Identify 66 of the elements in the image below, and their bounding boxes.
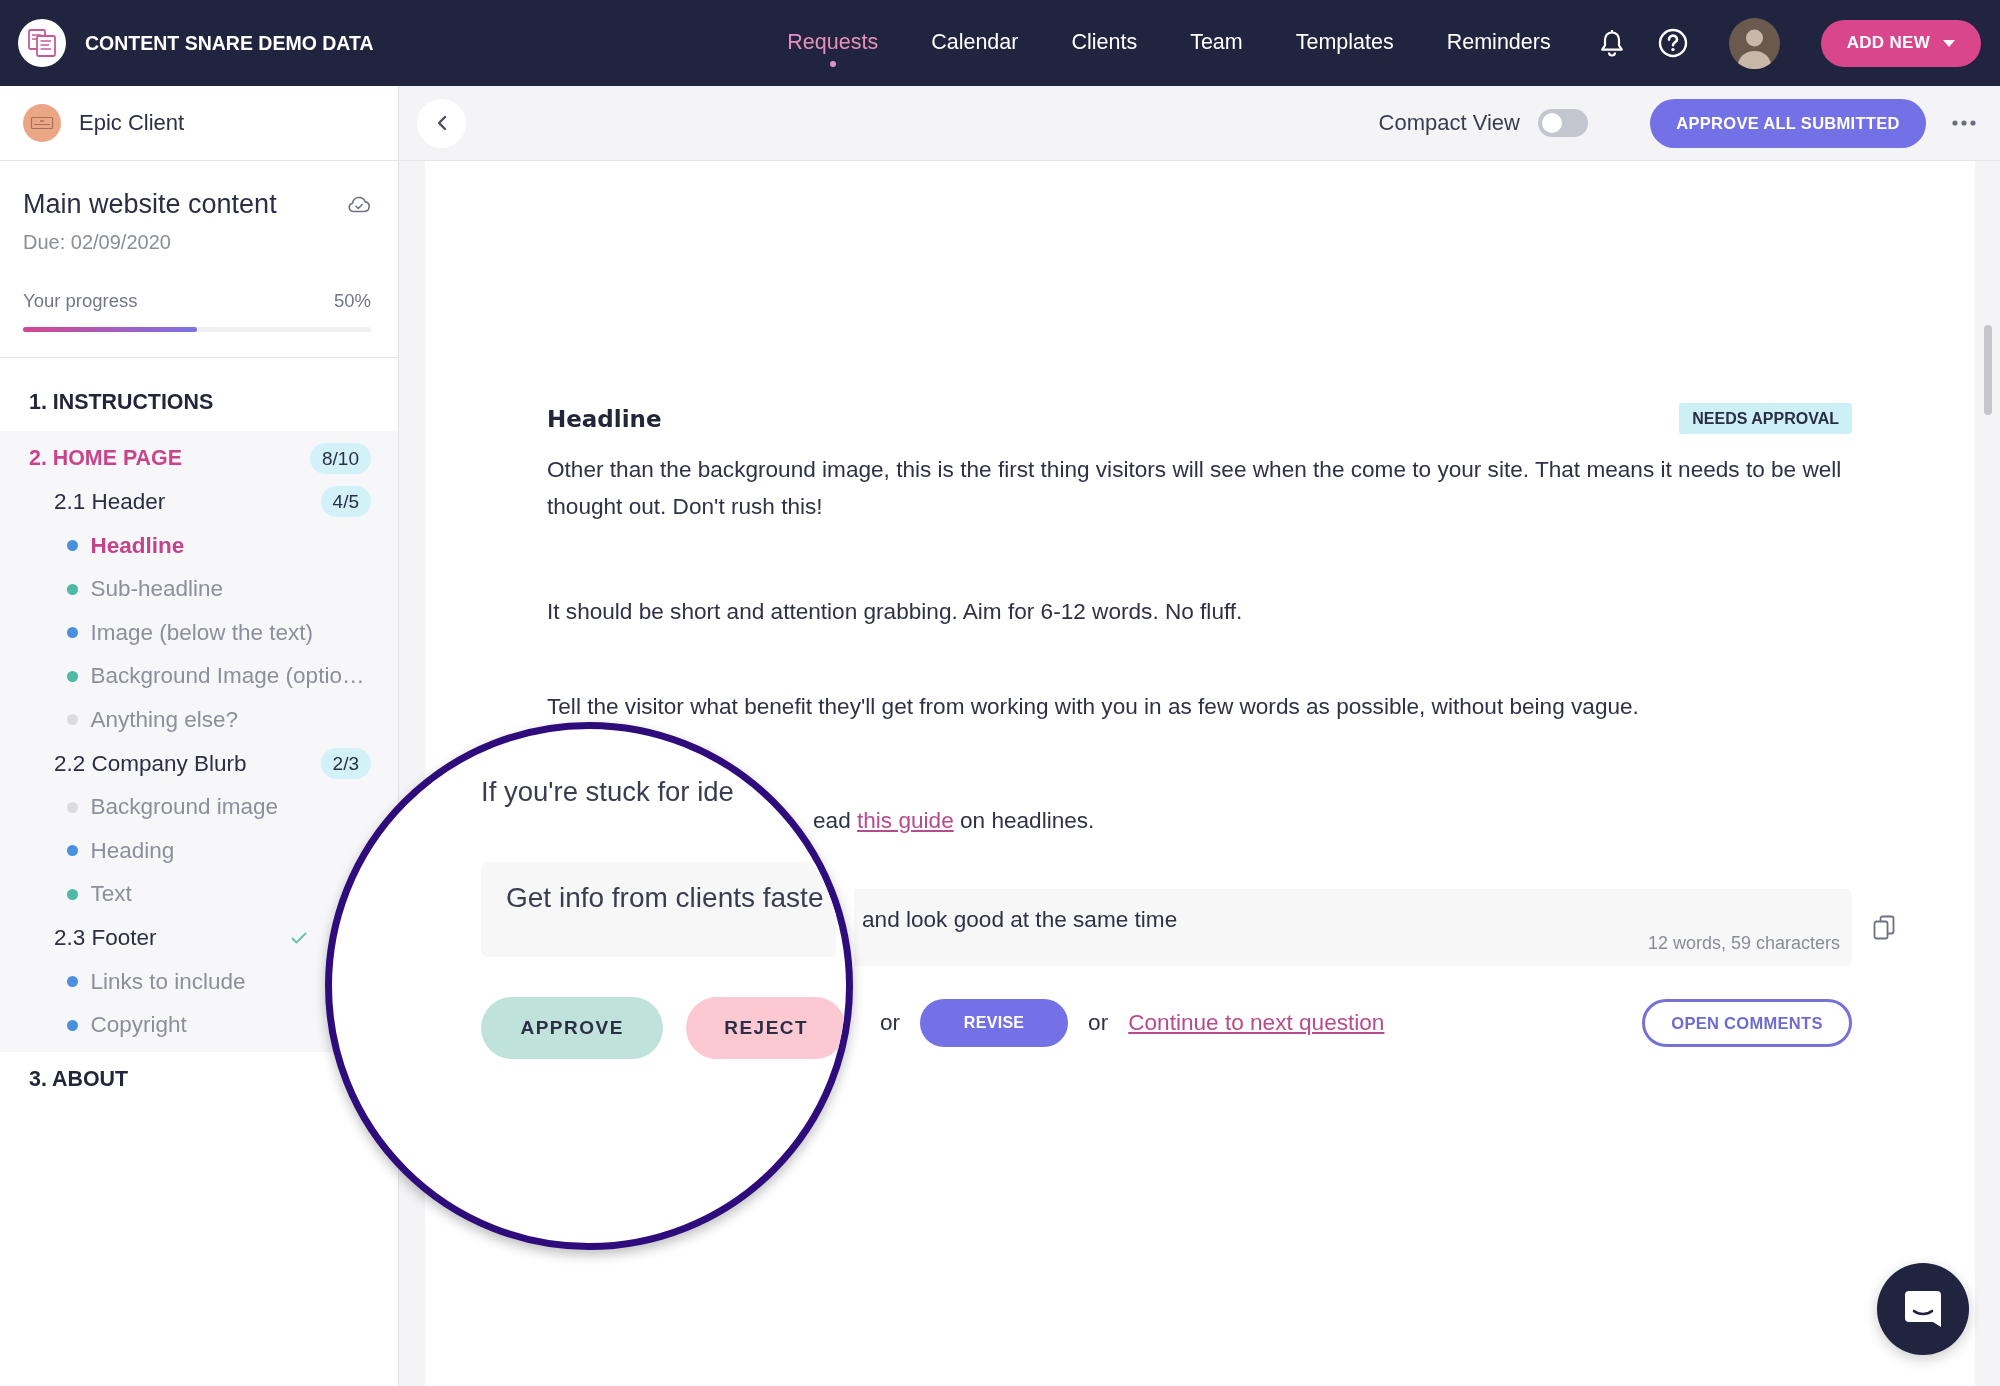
progress-label: Your progress xyxy=(23,289,138,313)
magnified-heading: If you're stuck for ide xyxy=(481,775,734,809)
separator-text: or xyxy=(1088,1010,1109,1036)
count-badge: 8/10 xyxy=(310,442,371,474)
compact-view-label: Compact View xyxy=(1378,110,1520,136)
copy-icon[interactable] xyxy=(1873,914,1895,941)
open-comments-button[interactable]: OPEN COMMENTS xyxy=(1642,999,1852,1047)
question-item[interactable]: Image (below the text) xyxy=(67,610,320,655)
approve-button[interactable]: APPROVE xyxy=(481,997,664,1059)
instruction-paragraph: Tell the visitor what benefit they'll get from working with you in as few words as possible, without being vague. xyxy=(547,692,1640,721)
question-title: Headline xyxy=(547,405,662,432)
nav-tab[interactable]: Clients xyxy=(1071,29,1138,67)
count-badge: 2/3 xyxy=(320,748,371,780)
question-item[interactable]: Anything else? xyxy=(67,698,245,742)
due-date: Due: 02/09/2020 xyxy=(23,230,171,255)
logo-icon[interactable] xyxy=(18,19,66,67)
chevron-left-icon xyxy=(436,115,447,131)
action-button[interactable]: REVISE xyxy=(920,999,1069,1047)
guide-link[interactable]: this guide xyxy=(857,807,954,833)
nav-tab[interactable]: Reminders xyxy=(1446,29,1551,67)
user-avatar-icon[interactable] xyxy=(1728,17,1780,69)
client-avatar-icon xyxy=(23,104,61,142)
question-item[interactable]: Text xyxy=(67,872,138,917)
question-item[interactable]: Background Image (optio… xyxy=(67,654,371,699)
instruction-paragraph: Other than the background image, this is the first thing visitors will see when the come to your site. That means it needs to be well thought out. Don't rush this! xyxy=(547,455,1843,521)
instruction-paragraph: It should be short and attention grabbing. Aim for 6-12 words. No fluff. xyxy=(547,597,1244,626)
client-name: Epic Client xyxy=(79,110,185,136)
subsection-title[interactable]: 2.2 Company Blurb xyxy=(54,750,247,777)
question-item[interactable]: Background image xyxy=(67,785,285,829)
status-tag: NEEDS APPROVAL xyxy=(1679,403,1852,434)
nav-tab[interactable]: Requests xyxy=(787,29,879,67)
nav-tab[interactable]: Templates xyxy=(1295,29,1394,67)
scrollbar-thumb[interactable] xyxy=(1984,325,1992,415)
separator-text: or xyxy=(880,1010,901,1036)
request-title: Main website content xyxy=(23,188,277,220)
word-count: 12 words, 59 characters xyxy=(1647,932,1840,955)
add-new-button[interactable]: ADD NEW xyxy=(1820,19,1981,67)
question-item[interactable]: Copyright xyxy=(67,1003,193,1047)
section-title[interactable]: 3. ABOUT xyxy=(29,1067,129,1093)
app-title: CONTENT SNARE DEMO DATA xyxy=(85,31,374,55)
reject-button[interactable]: REJECT xyxy=(686,997,846,1059)
question-item[interactable]: Sub-headline xyxy=(67,567,230,611)
compact-view-toggle[interactable] xyxy=(1538,109,1588,137)
section-title[interactable]: 1. INSTRUCTIONS xyxy=(29,390,214,416)
active-dot-icon xyxy=(829,61,836,67)
progress-reading: 50% xyxy=(333,289,371,313)
cloud-check-icon xyxy=(347,195,371,213)
help-icon[interactable] xyxy=(1657,28,1688,58)
question-item[interactable]: Links to include xyxy=(67,959,252,1004)
magnified-answer-text: Get info from clients faste xyxy=(506,882,824,913)
nav-tab[interactable]: Team xyxy=(1190,29,1243,67)
action-link[interactable]: Continue to next question xyxy=(1128,1010,1385,1036)
more-icon[interactable] xyxy=(1952,120,1976,126)
chat-icon xyxy=(1903,1289,1943,1329)
subsection-title[interactable]: 2.3 Footer xyxy=(54,924,157,951)
subsection-title[interactable]: 2.1 Header xyxy=(54,489,166,515)
answer-field[interactable]: and look good at the same time 12 words, 59 characters xyxy=(854,889,1852,966)
approve-all-button[interactable]: APPROVE ALL SUBMITTED xyxy=(1650,98,1926,148)
question-item[interactable]: Heading xyxy=(67,828,181,873)
count-badge: 4/5 xyxy=(320,486,371,518)
section-title[interactable]: 2. HOME PAGE xyxy=(29,445,182,471)
bell-icon[interactable] xyxy=(1598,29,1625,57)
question-item[interactable]: Headline xyxy=(67,523,191,568)
answer-text: and look good at the same time xyxy=(862,906,1178,934)
caret-icon xyxy=(1943,39,1955,47)
nav-tab[interactable]: Calendar xyxy=(931,29,1019,67)
